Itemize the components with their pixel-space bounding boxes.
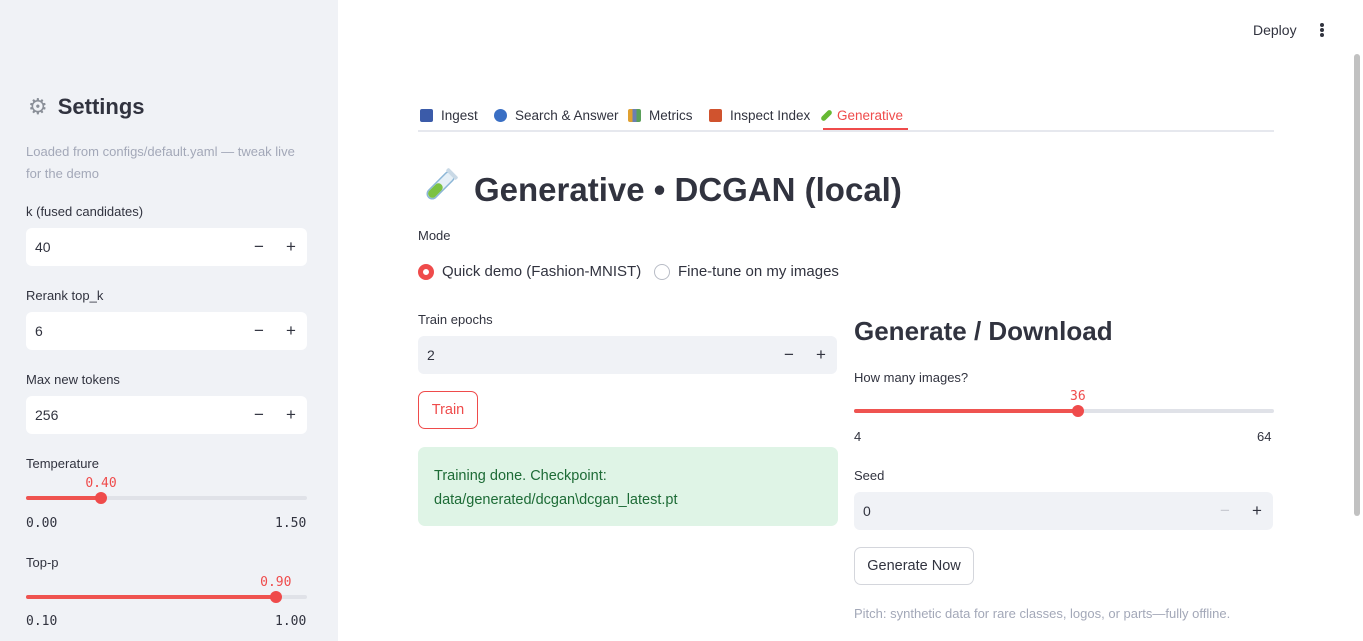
tab-ingest[interactable]: Ingest xyxy=(420,102,478,128)
generate-now-button[interactable]: Generate Now xyxy=(854,547,974,585)
top-p-max: 1.00 xyxy=(275,614,307,629)
mode-option-label: Quick demo (Fashion-MNIST) xyxy=(442,263,642,280)
k-label: k (fused candidates) xyxy=(26,204,144,219)
tab-inspect-index[interactable]: Inspect Index xyxy=(709,102,810,128)
bar-chart-icon xyxy=(628,108,641,122)
image-count-min: 4 xyxy=(854,429,862,444)
image-count-current-value: 36 xyxy=(1070,389,1086,404)
gear-icon: ⚙ xyxy=(28,94,48,119)
seed-input: 0 − + xyxy=(854,492,1273,530)
seed-increment-button[interactable]: + xyxy=(1241,501,1273,521)
page-title: Generative • DCGAN (local) xyxy=(420,166,902,214)
scrollbar[interactable] xyxy=(1354,54,1360,516)
magnifier-icon xyxy=(494,108,507,122)
mode-option-fine-tune[interactable]: Fine-tune on my images xyxy=(654,263,839,280)
image-count-max: 64 xyxy=(1257,429,1272,444)
top-p-min: 0.10 xyxy=(26,614,58,629)
seed-decrement-button[interactable]: − xyxy=(1209,501,1241,521)
slider-fill xyxy=(854,409,1078,413)
image-count-slider[interactable]: 36 xyxy=(854,389,1274,433)
epochs-decrement-button[interactable]: − xyxy=(773,345,805,365)
tab-bar: Ingest Search & Answer Metrics Inspect I… xyxy=(418,98,1274,132)
temperature-max: 1.50 xyxy=(275,516,307,531)
k-input: 40 − + xyxy=(26,228,307,266)
k-value[interactable]: 40 xyxy=(26,239,243,255)
tab-metrics[interactable]: Metrics xyxy=(628,102,693,128)
mode-option-label: Fine-tune on my images xyxy=(678,263,839,280)
sidebar-title-text: Settings xyxy=(57,94,145,119)
slider-fill xyxy=(26,496,102,500)
top-p-label: Top-p xyxy=(26,555,59,570)
image-count-label: How many images? xyxy=(854,370,969,385)
epochs-increment-button[interactable]: + xyxy=(805,345,837,365)
deploy-button[interactable]: Deploy xyxy=(1253,22,1297,38)
test-tube-icon xyxy=(420,166,460,214)
k-decrement-button[interactable]: − xyxy=(243,237,275,257)
more-options-icon[interactable] xyxy=(1316,20,1328,40)
tab-label: Metrics xyxy=(649,107,693,123)
brick-icon xyxy=(709,108,722,122)
max-tokens-value[interactable]: 256 xyxy=(26,407,243,423)
radio-unselected-icon xyxy=(654,263,670,280)
max-tokens-input: 256 − + xyxy=(26,396,307,434)
top-p-slider[interactable]: 0.90 xyxy=(26,575,307,619)
tab-label: Search & Answer xyxy=(515,107,619,123)
active-tab-indicator xyxy=(823,128,908,130)
mode-option-quick-demo[interactable]: Quick demo (Fashion-MNIST) xyxy=(418,263,641,280)
seed-value[interactable]: 0 xyxy=(854,503,1209,519)
max-tokens-decrement-button[interactable]: − xyxy=(243,405,275,425)
sidebar: ⚙ Settings Loaded from configs/default.y… xyxy=(0,0,338,641)
epochs-input: 2 − + xyxy=(418,336,837,374)
temperature-min: 0.00 xyxy=(26,516,58,531)
image-count-slider-thumb[interactable] xyxy=(1071,405,1084,417)
top-p-slider-thumb[interactable] xyxy=(269,591,282,603)
rerank-label: Rerank top_k xyxy=(26,288,104,303)
tab-label: Inspect Index xyxy=(730,107,811,123)
sidebar-title: ⚙ Settings xyxy=(28,94,145,120)
rerank-increment-button[interactable]: + xyxy=(275,321,307,341)
inbox-tray-icon xyxy=(420,108,433,122)
temperature-slider-thumb[interactable] xyxy=(95,492,108,504)
tab-search-answer[interactable]: Search & Answer xyxy=(494,102,619,128)
tab-label: Generative xyxy=(837,107,904,123)
epochs-label: Train epochs xyxy=(418,312,493,327)
top-p-current-value: 0.90 xyxy=(260,575,292,590)
temperature-label: Temperature xyxy=(26,456,99,471)
temperature-slider[interactable]: 0.40 xyxy=(26,476,307,520)
epochs-value[interactable]: 2 xyxy=(418,347,773,363)
slider-fill xyxy=(26,595,276,599)
test-tube-icon xyxy=(820,108,833,122)
rerank-decrement-button[interactable]: − xyxy=(243,321,275,341)
k-increment-button[interactable]: + xyxy=(275,237,307,257)
train-button[interactable]: Train xyxy=(418,391,478,429)
tab-label: Ingest xyxy=(441,107,478,123)
rerank-input: 6 − + xyxy=(26,312,307,350)
radio-selected-icon xyxy=(418,263,434,280)
pitch-caption: Pitch: synthetic data for rare classes, … xyxy=(854,606,1231,621)
rerank-value[interactable]: 6 xyxy=(26,323,243,339)
seed-label: Seed xyxy=(854,468,885,483)
tab-generative[interactable]: Generative xyxy=(820,102,904,128)
max-tokens-increment-button[interactable]: + xyxy=(275,405,307,425)
training-success-alert: Training done. Checkpoint: data/generate… xyxy=(418,447,838,526)
temperature-current-value: 0.40 xyxy=(85,476,117,491)
mode-label: Mode xyxy=(418,228,451,243)
sidebar-caption: Loaded from configs/default.yaml — tweak… xyxy=(26,144,295,181)
max-tokens-label: Max new tokens xyxy=(26,372,120,387)
page-title-text: Generative • DCGAN (local) xyxy=(474,171,902,208)
generate-heading: Generate / Download xyxy=(854,316,1113,346)
